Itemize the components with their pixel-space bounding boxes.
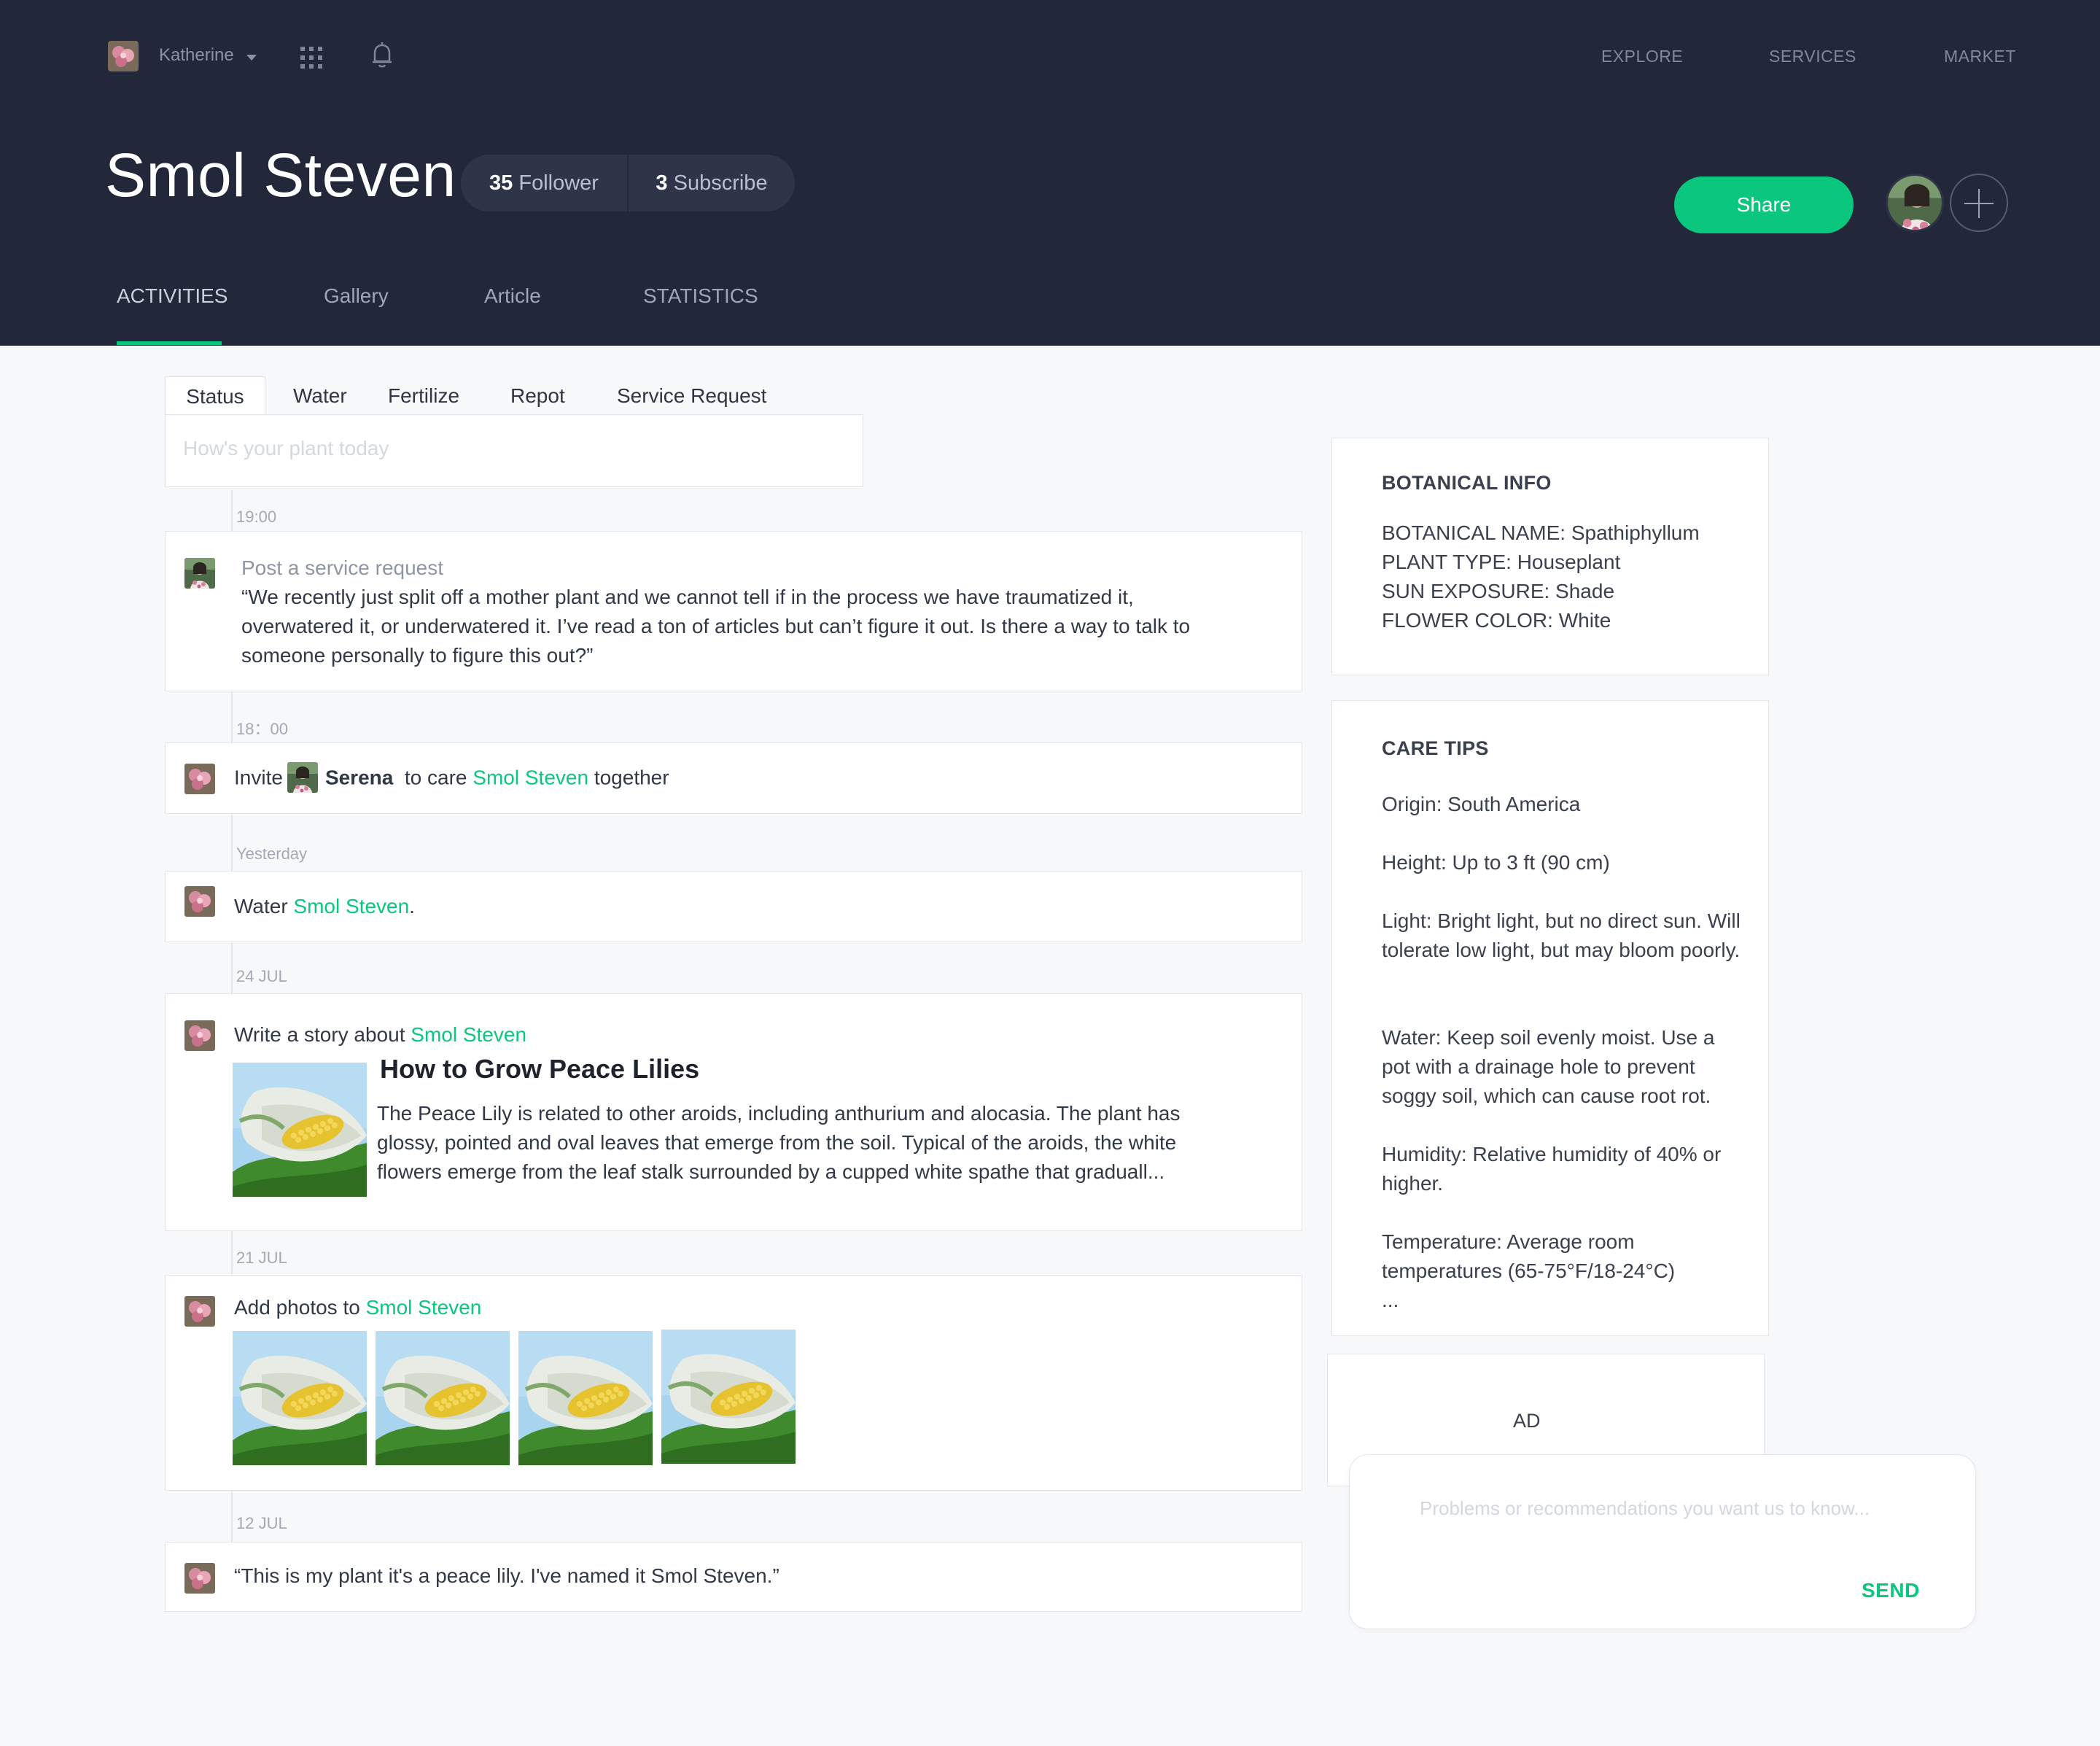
care-tip: Water: Keep soil evenly moist. Use a pot… xyxy=(1382,1026,1715,1107)
botanical-info-card: BOTANICAL INFO BOTANICAL NAME: Spathiphy… xyxy=(1331,438,1769,675)
caretaker-avatar[interactable] xyxy=(1886,174,1944,232)
care-more: ... xyxy=(1382,1289,1399,1311)
article-thumbnail[interactable] xyxy=(233,1063,367,1197)
user-avatar[interactable] xyxy=(108,41,139,71)
article-excerpt: The Peace Lily is related to other aroid… xyxy=(377,1102,1181,1183)
care-tips-card: CARE TIPS Origin: South America Height: … xyxy=(1331,700,1769,1336)
profile-header: Katherine EXPLORE SERVICES MARKET Smol S… xyxy=(0,0,2100,346)
feedback-box: SEND xyxy=(1349,1454,1976,1629)
tab-article[interactable]: Article xyxy=(484,284,541,308)
timeline-time: 24 JUL xyxy=(236,967,287,985)
feedback-input[interactable] xyxy=(1420,1497,1945,1520)
photo-thumbnail[interactable] xyxy=(518,1331,653,1465)
photo-thumbnail[interactable] xyxy=(376,1331,510,1465)
activity-text: Write a story about Smol Steven xyxy=(234,1023,527,1046)
avatar xyxy=(184,1563,215,1594)
share-button[interactable]: Share xyxy=(1674,176,1854,233)
page-title: Smol Steven xyxy=(105,141,456,209)
avatar xyxy=(184,1020,215,1051)
timeline-time: 18：00 xyxy=(236,720,288,738)
avatar xyxy=(184,1296,215,1327)
activity-story: Write a story about Smol Steven How to G… xyxy=(165,993,1302,1231)
avatar xyxy=(287,762,318,793)
bell-icon[interactable] xyxy=(369,39,395,70)
botanical-line: SUN EXPOSURE: Shade xyxy=(1382,580,1615,602)
invitee-name[interactable]: Serena xyxy=(325,766,393,788)
plant-link[interactable]: Smol Steven xyxy=(366,1296,482,1319)
timeline-line xyxy=(231,814,233,871)
activity-text: Invite Serena to care Smol Steven togethe… xyxy=(234,762,669,796)
send-button[interactable]: SEND xyxy=(1862,1579,1920,1602)
tab-gallery[interactable]: Gallery xyxy=(324,284,389,308)
apps-grid-icon[interactable] xyxy=(300,47,325,69)
tab-statistics[interactable]: STATISTICS xyxy=(643,284,758,308)
plant-link[interactable]: Smol Steven xyxy=(293,895,409,917)
botanical-title: BOTANICAL INFO xyxy=(1382,472,1552,494)
photo-thumbnail[interactable] xyxy=(233,1331,367,1465)
subscribe-count[interactable]: 3 Subscribe xyxy=(629,171,795,195)
activity-text: “This is my plant it's a peace lily. I'v… xyxy=(234,1564,779,1587)
timeline-time: 21 JUL xyxy=(236,1249,287,1267)
avatar xyxy=(184,764,215,794)
care-tip: Temperature: Average room temperatures (… xyxy=(1382,1230,1676,1282)
timeline-line xyxy=(231,1491,233,1542)
activity-invite: Invite Serena to care Smol Steven togethe… xyxy=(165,742,1302,814)
activity-water: Water Smol Steven. xyxy=(165,871,1302,942)
timeline-line xyxy=(231,942,233,993)
activity-photos: Add photos to Smol Steven xyxy=(165,1275,1302,1491)
care-tip: Height: Up to 3 ft (90 cm) xyxy=(1382,851,1610,874)
activity-action: Post a service request xyxy=(241,556,444,579)
composer-tab-fertilize[interactable]: Fertilize xyxy=(388,376,459,416)
avatar xyxy=(184,886,215,917)
ad-label: AD xyxy=(1513,1410,1541,1432)
nav-explore[interactable]: EXPLORE xyxy=(1601,47,1683,66)
care-title: CARE TIPS xyxy=(1382,737,1489,759)
plus-icon[interactable] xyxy=(1950,174,2008,232)
composer-tab-water[interactable]: Water xyxy=(293,376,347,416)
activity-text: Water Smol Steven. xyxy=(234,895,415,917)
timeline-time: Yesterday xyxy=(236,845,308,863)
timeline-time: 12 JUL xyxy=(236,1514,287,1532)
timeline-line xyxy=(231,691,233,742)
composer-tab-status[interactable]: Status xyxy=(165,376,265,416)
status-composer xyxy=(165,414,863,487)
botanical-line: FLOWER COLOR: White xyxy=(1382,609,1611,632)
care-tip: Origin: South America xyxy=(1382,793,1581,815)
activity-text: “We recently just split off a mother pla… xyxy=(241,586,1191,667)
botanical-line: BOTANICAL NAME: Spathiphyllum xyxy=(1382,521,1700,544)
activity-text: Add photos to Smol Steven xyxy=(234,1296,482,1319)
care-tip: Light: Bright light, but no direct sun. … xyxy=(1382,909,1741,961)
composer-tab-repot[interactable]: Repot xyxy=(510,376,565,416)
tab-activities[interactable]: ACTIVITIES xyxy=(117,284,228,308)
article-title[interactable]: How to Grow Peace Lilies xyxy=(380,1054,699,1085)
chevron-down-icon[interactable] xyxy=(246,55,257,61)
follower-count[interactable]: 35 Follower xyxy=(461,171,627,195)
plant-link[interactable]: Smol Steven xyxy=(411,1023,526,1046)
photo-thumbnail[interactable] xyxy=(661,1330,796,1464)
username-menu[interactable]: Katherine xyxy=(159,45,234,66)
active-tab-indicator xyxy=(117,341,222,345)
botanical-line: PLANT TYPE: Houseplant xyxy=(1382,551,1621,573)
nav-market[interactable]: MARKET xyxy=(1944,47,2016,66)
timeline-line xyxy=(231,1231,233,1275)
nav-services[interactable]: SERVICES xyxy=(1769,47,1856,66)
plant-link[interactable]: Smol Steven xyxy=(472,766,588,788)
composer-tab-service-request[interactable]: Service Request xyxy=(617,376,766,416)
care-tip: Humidity: Relative humidity of 40% or hi… xyxy=(1382,1143,1722,1195)
activity-status: “This is my plant it's a peace lily. I'v… xyxy=(165,1542,1302,1612)
status-input[interactable] xyxy=(183,437,839,460)
timeline-time: 19:00 xyxy=(236,508,277,526)
timeline-line xyxy=(231,490,233,531)
activity-service-request: Post a service request “We recently just… xyxy=(165,531,1302,691)
follow-stats: 35 Follower 3 Subscribe xyxy=(461,155,795,212)
avatar xyxy=(184,558,215,589)
